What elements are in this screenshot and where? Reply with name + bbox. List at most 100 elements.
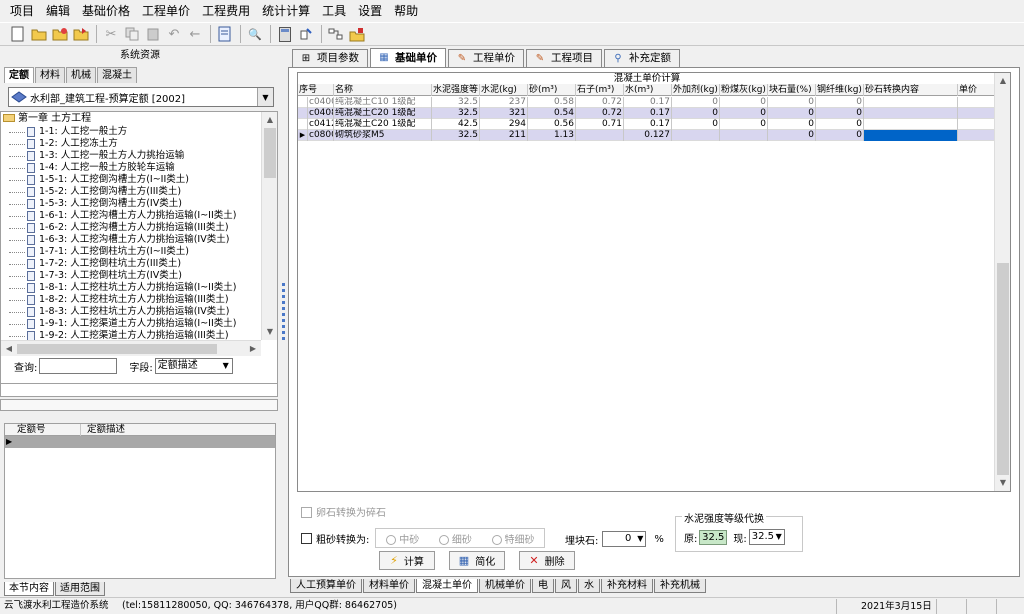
column-header[interactable]: 序号 [298, 84, 334, 96]
tree-item[interactable]: 1-6-1: 人工挖沟槽土方人力挑抬运输(I~II类土) [1, 210, 261, 222]
table-row[interactable]: c0412纯混凝土C20 1级配42.52940.560.710.1700000 [298, 119, 1008, 130]
cell-stone[interactable]: 0.71 [576, 119, 624, 130]
tab-supplement-quota[interactable]: ⚲ 补充定额 [604, 49, 680, 67]
cell-convert[interactable] [864, 119, 958, 130]
tree-item[interactable]: 1-9-1: 人工挖渠道土方人力挑抬运输(I~II类土) [1, 318, 261, 330]
menu-stats[interactable]: 统计计算 [256, 0, 316, 22]
tab-project-params[interactable]: ⊞ 项目参数 [292, 49, 368, 67]
tree-item[interactable]: 1-5-2: 人工挖倒沟槽土方(III类土) [1, 186, 261, 198]
cell-code[interactable]: c0800 [308, 130, 334, 141]
chevron-down-icon[interactable]: ▼ [257, 88, 273, 106]
tab-material-price[interactable]: 材料单价 [363, 579, 415, 593]
cell-name[interactable]: 纯混凝土C10 1级配 [334, 97, 432, 108]
cell-name[interactable]: 砌筑砂浆M5 [334, 130, 432, 141]
tab-machinery-price[interactable]: 机械单价 [479, 579, 531, 593]
tab-water[interactable]: 水 [578, 579, 600, 593]
tree-root[interactable]: 第一章 土方工程 [1, 112, 261, 126]
cell-grade[interactable]: 32.5 [432, 97, 480, 108]
menu-help[interactable]: 帮助 [388, 0, 424, 22]
cell-sand[interactable]: 0.54 [528, 108, 576, 119]
tree-item[interactable]: 1-7-3: 人工挖倒柱坑土方(IV类土) [1, 270, 261, 282]
undo-icon[interactable]: ↶ [164, 24, 184, 44]
scroll-thumb[interactable] [997, 263, 1009, 475]
cell-convert[interactable] [864, 97, 958, 108]
cell-additive[interactable]: 0 [672, 108, 720, 119]
cell-additive[interactable] [672, 130, 720, 141]
cell-block[interactable]: 0 [768, 108, 816, 119]
chevron-down-icon[interactable]: ▼ [637, 532, 643, 546]
menu-base-price[interactable]: 基础价格 [76, 0, 136, 22]
scroll-up-icon[interactable]: ▲ [995, 73, 1010, 89]
cell-name[interactable]: 纯混凝土C20 1级配 [334, 108, 432, 119]
chevron-down-icon[interactable]: ▼ [223, 359, 229, 373]
lock-folder-icon[interactable] [347, 24, 367, 44]
table-row[interactable]: ▶c0800砌筑砂浆M532.52111.130.127000 [298, 130, 1008, 141]
query-input[interactable] [39, 358, 118, 374]
export-icon[interactable] [296, 24, 316, 44]
quota-library-select[interactable]: 水利部_建筑工程-预算定额 [2002] ▼ [8, 87, 274, 107]
tree-item[interactable]: 1-8-2: 人工挖柱坑土方人力挑抬运输(III类土) [1, 294, 261, 306]
tree-item[interactable]: 1-5-1: 人工挖倒沟槽土方(I~II类土) [1, 174, 261, 186]
new-file-icon[interactable] [8, 24, 28, 44]
cell-flyash[interactable]: 0 [720, 108, 768, 119]
tab-machinery[interactable]: 机械 [66, 67, 96, 83]
cell-stone[interactable]: 0.72 [576, 108, 624, 119]
tab-supplement-machinery[interactable]: 补充机械 [654, 579, 706, 593]
menu-edit[interactable]: 编辑 [40, 0, 76, 22]
cell-fiber[interactable]: 0 [816, 108, 864, 119]
tab-base-price[interactable]: ▦ 基础单价 [370, 48, 446, 67]
paste-icon[interactable] [143, 24, 163, 44]
scroll-thumb[interactable] [264, 128, 276, 178]
cell-fiber[interactable]: 0 [816, 97, 864, 108]
cell-code[interactable]: c0412 [308, 119, 334, 130]
tree-item[interactable]: 1-6-3: 人工挖沟槽土方人力挑抬运输(IV类土) [1, 234, 261, 246]
open-project-icon[interactable] [50, 24, 70, 44]
tab-unit-price[interactable]: ✎ 工程单价 [448, 49, 524, 67]
cell-convert[interactable] [864, 108, 958, 119]
cell-water[interactable]: 0.17 [624, 119, 672, 130]
column-header[interactable]: 砂(m³) [528, 84, 576, 96]
tab-material[interactable]: 材料 [35, 67, 65, 83]
column-header[interactable]: 块石量(%) [768, 84, 816, 96]
cell-name[interactable]: 纯混凝土C20 1级配 [334, 119, 432, 130]
cell-cement[interactable]: 211 [480, 130, 528, 141]
delete-button[interactable]: ✕ 删除 [519, 551, 575, 570]
cell-sand[interactable]: 0.58 [528, 97, 576, 108]
splitter-grip[interactable] [282, 280, 286, 360]
table-row[interactable]: c0400纯混凝土C10 1级配32.52370.580.720.1700000 [298, 97, 1008, 108]
cell-grade[interactable]: 42.5 [432, 119, 480, 130]
tab-wind[interactable]: 风 [555, 579, 577, 593]
cell-sand[interactable]: 1.13 [528, 130, 576, 141]
now-grade-select[interactable]: 32.5 ▼ [748, 529, 785, 545]
menu-tools[interactable]: 工具 [316, 0, 352, 22]
cell-flyash[interactable] [720, 130, 768, 141]
cell-water[interactable]: 0.17 [624, 97, 672, 108]
tree-item[interactable]: 1-8-3: 人工挖柱坑土方人力挑抬运输(IV类土) [1, 306, 261, 318]
column-header[interactable]: 钢纤维(kg) [816, 84, 864, 96]
print-preview-icon[interactable] [215, 24, 235, 44]
flow-icon[interactable] [326, 24, 346, 44]
tab-section-content[interactable]: 本节内容 [4, 582, 54, 596]
cell-fiber[interactable]: 0 [816, 130, 864, 141]
tree-item[interactable]: 1-8-1: 人工挖柱坑土方人力挑抬运输(I~II类土) [1, 282, 261, 294]
menu-unit-price[interactable]: 工程单价 [136, 0, 196, 22]
import-icon[interactable] [71, 24, 91, 44]
menu-settings[interactable]: 设置 [352, 0, 388, 22]
tree-item[interactable]: 1-6-2: 人工挖沟槽土方人力挑抬运输(III类土) [1, 222, 261, 234]
radio-fine-sand[interactable]: 细砂 [438, 531, 472, 546]
tree-vertical-scrollbar[interactable]: ▲ ▼ [261, 112, 277, 340]
find-icon[interactable]: 🔍 [245, 24, 265, 44]
pebble-option[interactable]: 卵石转换为碎石 [301, 504, 386, 519]
menu-project[interactable]: 项目 [4, 0, 40, 22]
copy-icon[interactable] [122, 24, 142, 44]
calc-button[interactable]: ⚡ 计算 [379, 551, 435, 570]
column-header[interactable]: 水泥(kg) [480, 84, 528, 96]
tab-project-items[interactable]: ✎ 工程项目 [526, 49, 602, 67]
column-header[interactable]: 砂石转换内容 [864, 84, 958, 96]
cell-water[interactable]: 0.17 [624, 108, 672, 119]
tree-item[interactable]: 1-4: 人工挖一般土方胶轮车运输 [1, 162, 261, 174]
simplify-button[interactable]: ▦ 简化 [449, 551, 505, 570]
tree-item[interactable]: 1-5-3: 人工挖倒沟槽土方(IV类土) [1, 198, 261, 210]
cell-additive[interactable]: 0 [672, 119, 720, 130]
cell-stone[interactable] [576, 130, 624, 141]
